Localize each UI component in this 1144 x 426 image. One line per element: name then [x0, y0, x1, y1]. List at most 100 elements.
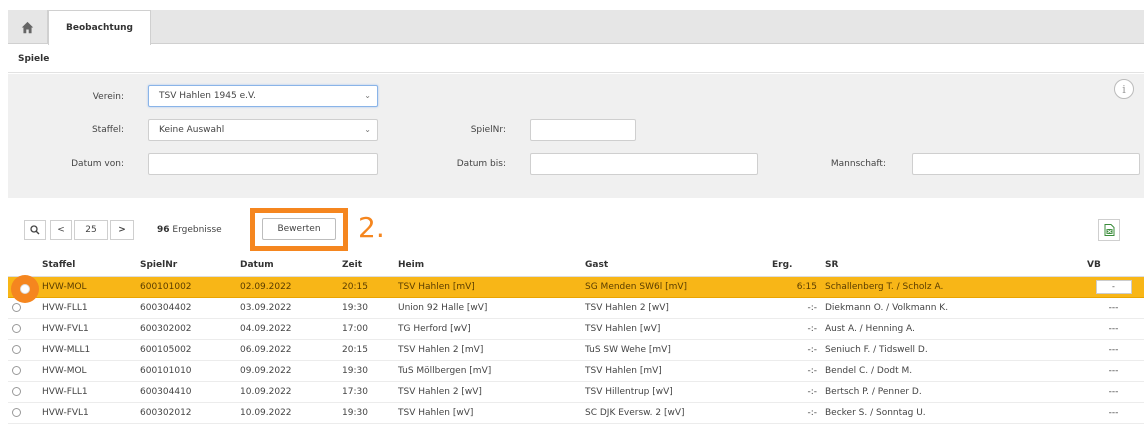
cell-gast: SC DJK Eversw. 2 [wV] [581, 402, 768, 424]
cell-datum: 06.09.2022 [236, 339, 338, 361]
excel-export-button[interactable] [1098, 219, 1120, 241]
header-erg[interactable]: Erg. [768, 254, 821, 277]
results-count: 96 Ergebnisse [157, 220, 222, 240]
cell-zeit: 19:30 [338, 360, 394, 382]
verein-select[interactable]: TSV Hahlen 1945 e.V. ⌄ [148, 85, 378, 107]
cell-spielnr: 600101002 [136, 276, 236, 298]
cell-datum: 02.09.2022 [236, 276, 338, 298]
results-label: Ergebnisse [172, 225, 222, 235]
table-row[interactable]: HVW-FLL1 600304410 10.09.2022 17:30 TSV Hahl… [8, 381, 1144, 403]
cell-vb[interactable]: - [1083, 276, 1144, 298]
row-radio[interactable] [12, 302, 21, 312]
staffel-select[interactable]: Keine Auswahl ⌄ [148, 119, 378, 141]
table-row[interactable]: HVW-FVL1 600302002 04.09.2022 17:00 TG Herfo… [8, 318, 1144, 340]
row-radio[interactable] [12, 365, 21, 375]
cell-heim: TSV Hahlen [wV] [394, 402, 581, 424]
cell-sr: Aust A. / Henning A. [821, 318, 1083, 340]
cell-sr: Seniuch F. / Tidswell D. [821, 339, 1083, 361]
row-select-cell[interactable] [8, 360, 38, 382]
tab-bar: Beobachtung [8, 10, 1144, 45]
cell-heim: TSV Hahlen [mV] [394, 276, 581, 298]
datum-bis-input[interactable] [530, 153, 758, 175]
table-header-row: Staffel SpielNr Datum Zeit Heim Gast Erg… [8, 254, 1144, 277]
cell-zeit: 19:30 [338, 402, 394, 424]
row-select-cell[interactable] [8, 402, 38, 424]
vb-select[interactable]: - [1095, 279, 1132, 294]
table-row[interactable]: HVW-FLL1 600304402 03.09.2022 19:30 Union 92… [8, 297, 1144, 319]
cell-staffel: HVW-FVL1 [38, 318, 136, 340]
info-icon[interactable]: i [1114, 79, 1134, 99]
cell-datum: 04.09.2022 [236, 318, 338, 340]
selected-radio-highlight[interactable] [11, 275, 39, 303]
cell-sr: Bertsch P. / Penner D. [821, 381, 1083, 403]
table-row[interactable]: HVW-MOL 600101010 09.09.2022 19:30 TuS Möllb… [8, 360, 1144, 382]
cell-gast: TSV Hahlen [wV] [581, 318, 768, 340]
prev-page-button[interactable]: < [50, 220, 72, 240]
cell-sr: Schallenberg T. / Scholz A. [821, 276, 1083, 298]
cell-zeit: 20:15 [338, 276, 394, 298]
header-select [8, 254, 38, 277]
cell-gast: TSV Hahlen [mV] [581, 360, 768, 382]
mannschaft-input[interactable] [912, 153, 1140, 175]
cell-gast: SG Menden SW6l [mV] [581, 276, 768, 298]
row-radio[interactable] [12, 323, 21, 333]
games-table: Staffel SpielNr Datum Zeit Heim Gast Erg… [8, 254, 1144, 424]
cell-spielnr: 600302012 [136, 402, 236, 424]
search-button[interactable] [24, 220, 46, 240]
header-spielnr[interactable]: SpielNr [136, 254, 236, 277]
bewerten-button[interactable]: Bewerten [262, 218, 336, 240]
cell-datum: 03.09.2022 [236, 297, 338, 319]
cell-vb: --- [1083, 339, 1144, 361]
row-select-cell[interactable] [8, 381, 38, 403]
cell-datum: 09.09.2022 [236, 360, 338, 382]
row-select-cell[interactable] [8, 318, 38, 340]
mannschaft-label: Mannschaft: [830, 159, 886, 169]
cell-spielnr: 600304402 [136, 297, 236, 319]
next-page-button[interactable]: > [110, 220, 134, 240]
cell-vb: --- [1083, 360, 1144, 382]
page-size-field[interactable]: 25 [74, 220, 108, 240]
cell-gast: TSV Hahlen 2 [wV] [581, 297, 768, 319]
header-gast[interactable]: Gast [581, 254, 768, 277]
table-row[interactable]: HVW-MOL 600101002 02.09.2022 20:15 TSV Hahle… [8, 276, 1144, 298]
cell-spielnr: 600304410 [136, 381, 236, 403]
row-radio[interactable] [12, 344, 21, 354]
datum-bis-label: Datum bis: [456, 159, 506, 169]
header-staffel[interactable]: Staffel [38, 254, 136, 277]
cell-datum: 10.09.2022 [236, 381, 338, 403]
header-zeit[interactable]: Zeit [338, 254, 394, 277]
cell-vb: --- [1083, 297, 1144, 319]
datum-von-label: Datum von: [71, 159, 124, 169]
row-select-cell[interactable] [8, 339, 38, 361]
cell-spielnr: 600302002 [136, 318, 236, 340]
header-sr[interactable]: SR [821, 254, 1083, 277]
cell-gast: TuS SW Wehe [mV] [581, 339, 768, 361]
verein-value: TSV Hahlen 1945 e.V. [159, 91, 256, 101]
table-row[interactable]: HVW-MLL1 600105002 06.09.2022 20:15 TSV Hahl… [8, 339, 1144, 361]
chevron-down-icon: ⌄ [364, 125, 371, 134]
tab-beobachtung[interactable]: Beobachtung [48, 10, 151, 45]
row-radio[interactable] [12, 386, 21, 396]
cell-zeit: 20:15 [338, 339, 394, 361]
table-row[interactable]: HVW-FVL1 600302012 10.09.2022 19:30 TSV Hahl… [8, 402, 1144, 424]
header-datum[interactable]: Datum [236, 254, 338, 277]
header-vb[interactable]: VB [1083, 254, 1144, 277]
cell-heim: TuS Möllbergen [mV] [394, 360, 581, 382]
cell-staffel: HVW-MLL1 [38, 339, 136, 361]
cell-erg: -:- [768, 360, 821, 382]
cell-vb: --- [1083, 381, 1144, 403]
tab-home[interactable] [8, 10, 48, 44]
staffel-value: Keine Auswahl [159, 125, 225, 135]
spielnr-input[interactable] [530, 119, 636, 141]
row-radio[interactable] [12, 407, 21, 417]
datum-von-input[interactable] [148, 153, 378, 175]
cell-spielnr: 600105002 [136, 339, 236, 361]
cell-sr: Bendel C. / Dodt M. [821, 360, 1083, 382]
cell-sr: Diekmann O. / Volkmann K. [821, 297, 1083, 319]
cell-heim: TSV Hahlen 2 [mV] [394, 339, 581, 361]
cell-gast: TSV Hillentrup [wV] [581, 381, 768, 403]
cell-vb: --- [1083, 318, 1144, 340]
section-title: Spiele [8, 45, 1144, 73]
header-heim[interactable]: Heim [394, 254, 581, 277]
cell-erg: -:- [768, 318, 821, 340]
